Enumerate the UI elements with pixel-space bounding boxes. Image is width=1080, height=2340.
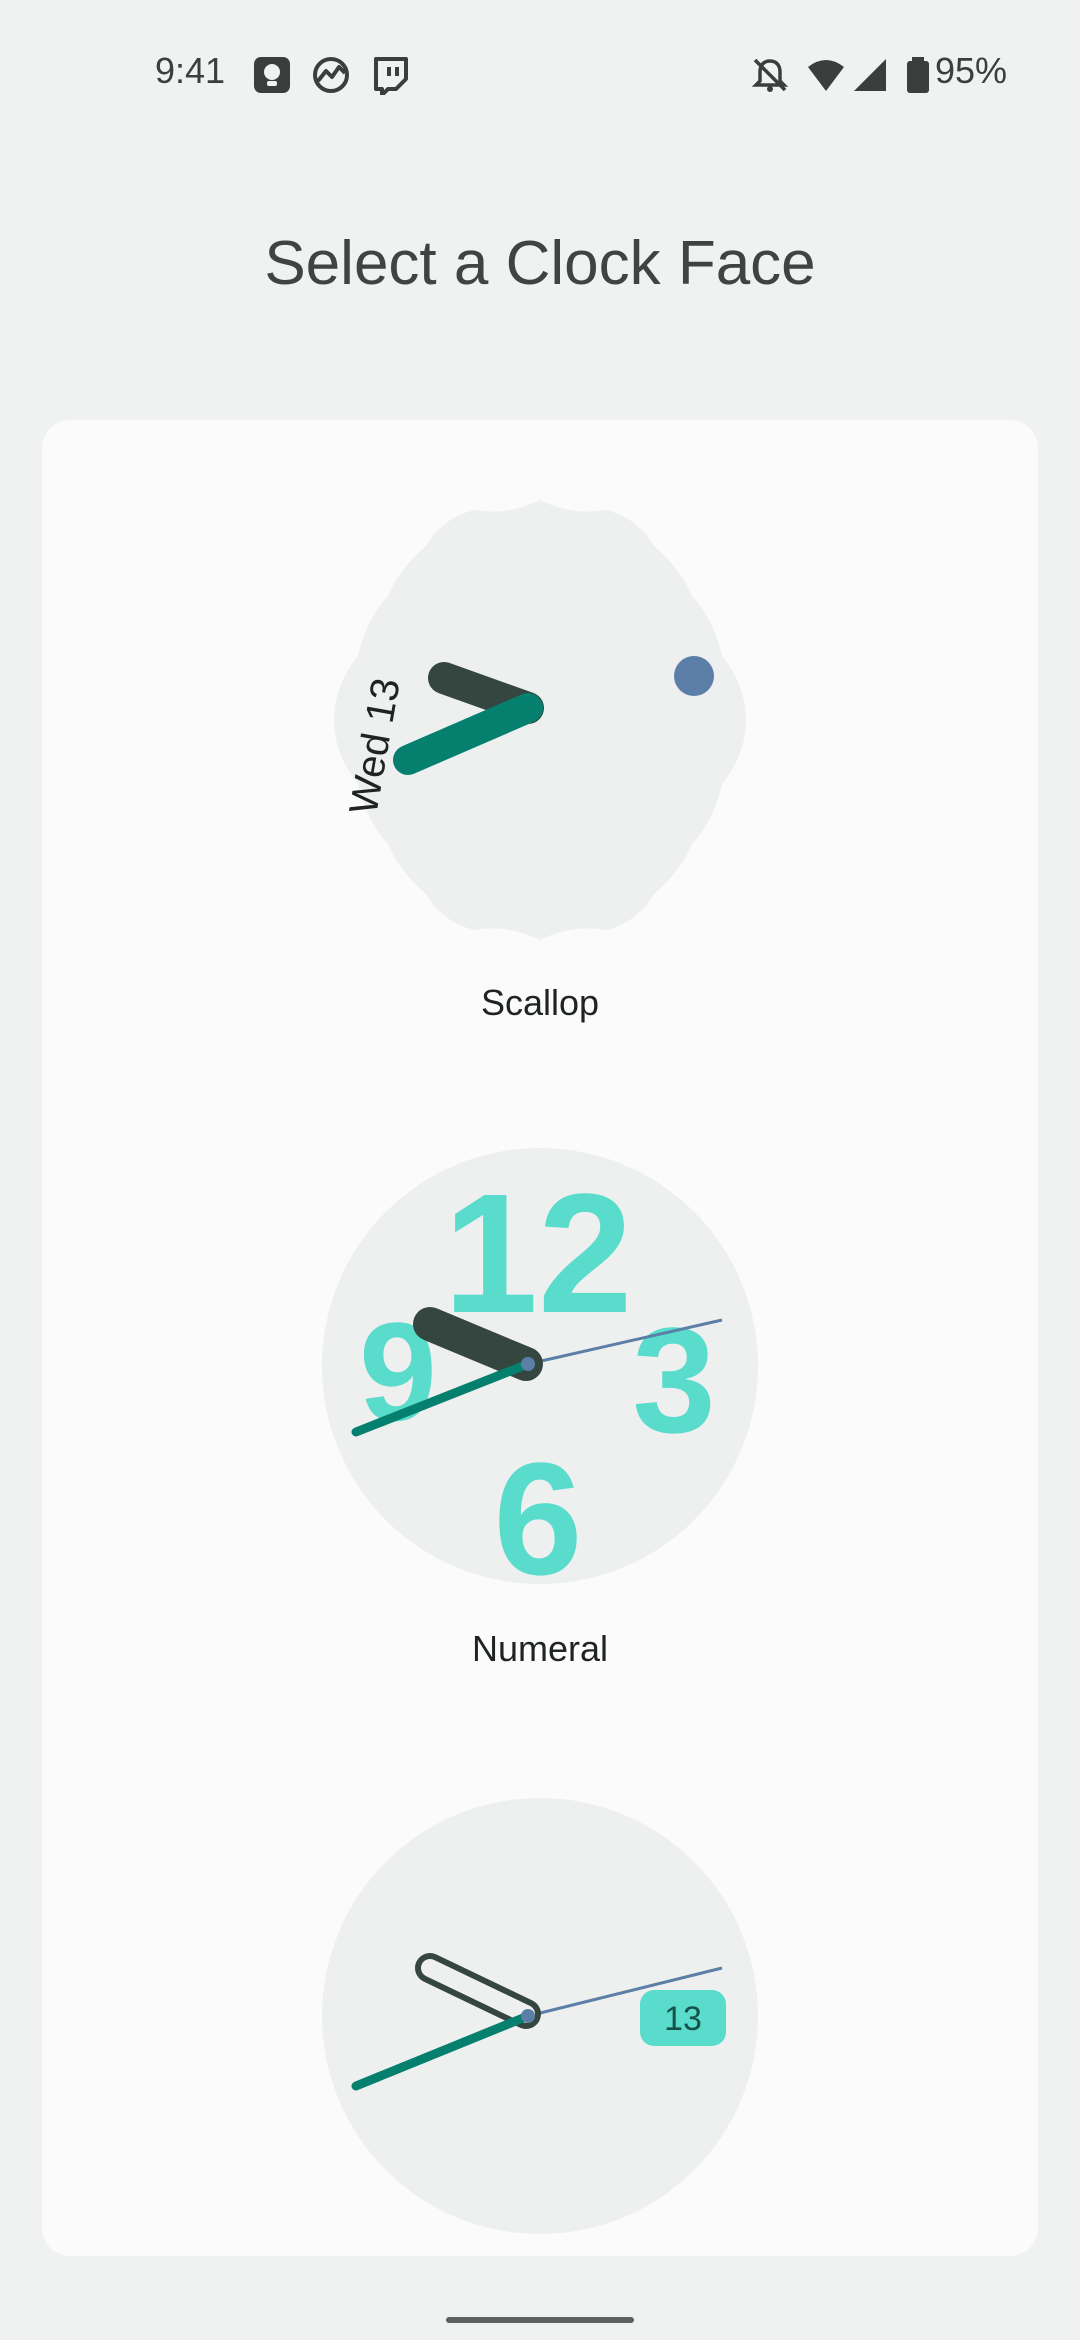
clock-face-option-default[interactable]: 13 [42, 1720, 1038, 2256]
page-title: Select a Clock Face [264, 229, 816, 298]
clock-face-option-numeral[interactable]: 12 3 6 9 Numeral [42, 1070, 1038, 1720]
clock-face-list: Wed 13 Scallop 12 3 6 9 Numeral 13 [42, 420, 1038, 2256]
numeral-12: 12 [443, 1159, 632, 1349]
assistant-icon [254, 57, 290, 93]
status-bar: 9:41 95% [0, 0, 1080, 150]
status-time: 9:41 [155, 50, 226, 91]
battery-icon [907, 57, 929, 93]
numeral-3: 3 [632, 1296, 715, 1464]
date-badge: 13 [664, 2000, 702, 2038]
home-indicator[interactable] [446, 2317, 634, 2323]
activity-icon [313, 57, 349, 93]
center-pin [521, 1357, 535, 1371]
notifications-off-icon [751, 58, 789, 92]
accent-dot [674, 656, 714, 696]
cell-signal-icon [854, 59, 886, 91]
clock-face-label: Scallop [480, 982, 600, 1023]
center-pin [521, 2009, 535, 2023]
battery-percent: 95% [935, 50, 1008, 91]
clock-face-label: Numeral [471, 1628, 609, 1669]
twitch-icon [374, 57, 408, 95]
scallop-clock-preview: Wed 13 [334, 500, 746, 940]
default-clock-preview: 13 [322, 1798, 758, 2234]
numeral-6: 6 [494, 1429, 583, 1590]
numeral-clock-preview: 12 3 6 9 [322, 1148, 758, 1590]
wifi-icon [808, 60, 844, 91]
clock-face-option-scallop[interactable]: Wed 13 Scallop [42, 420, 1038, 1070]
